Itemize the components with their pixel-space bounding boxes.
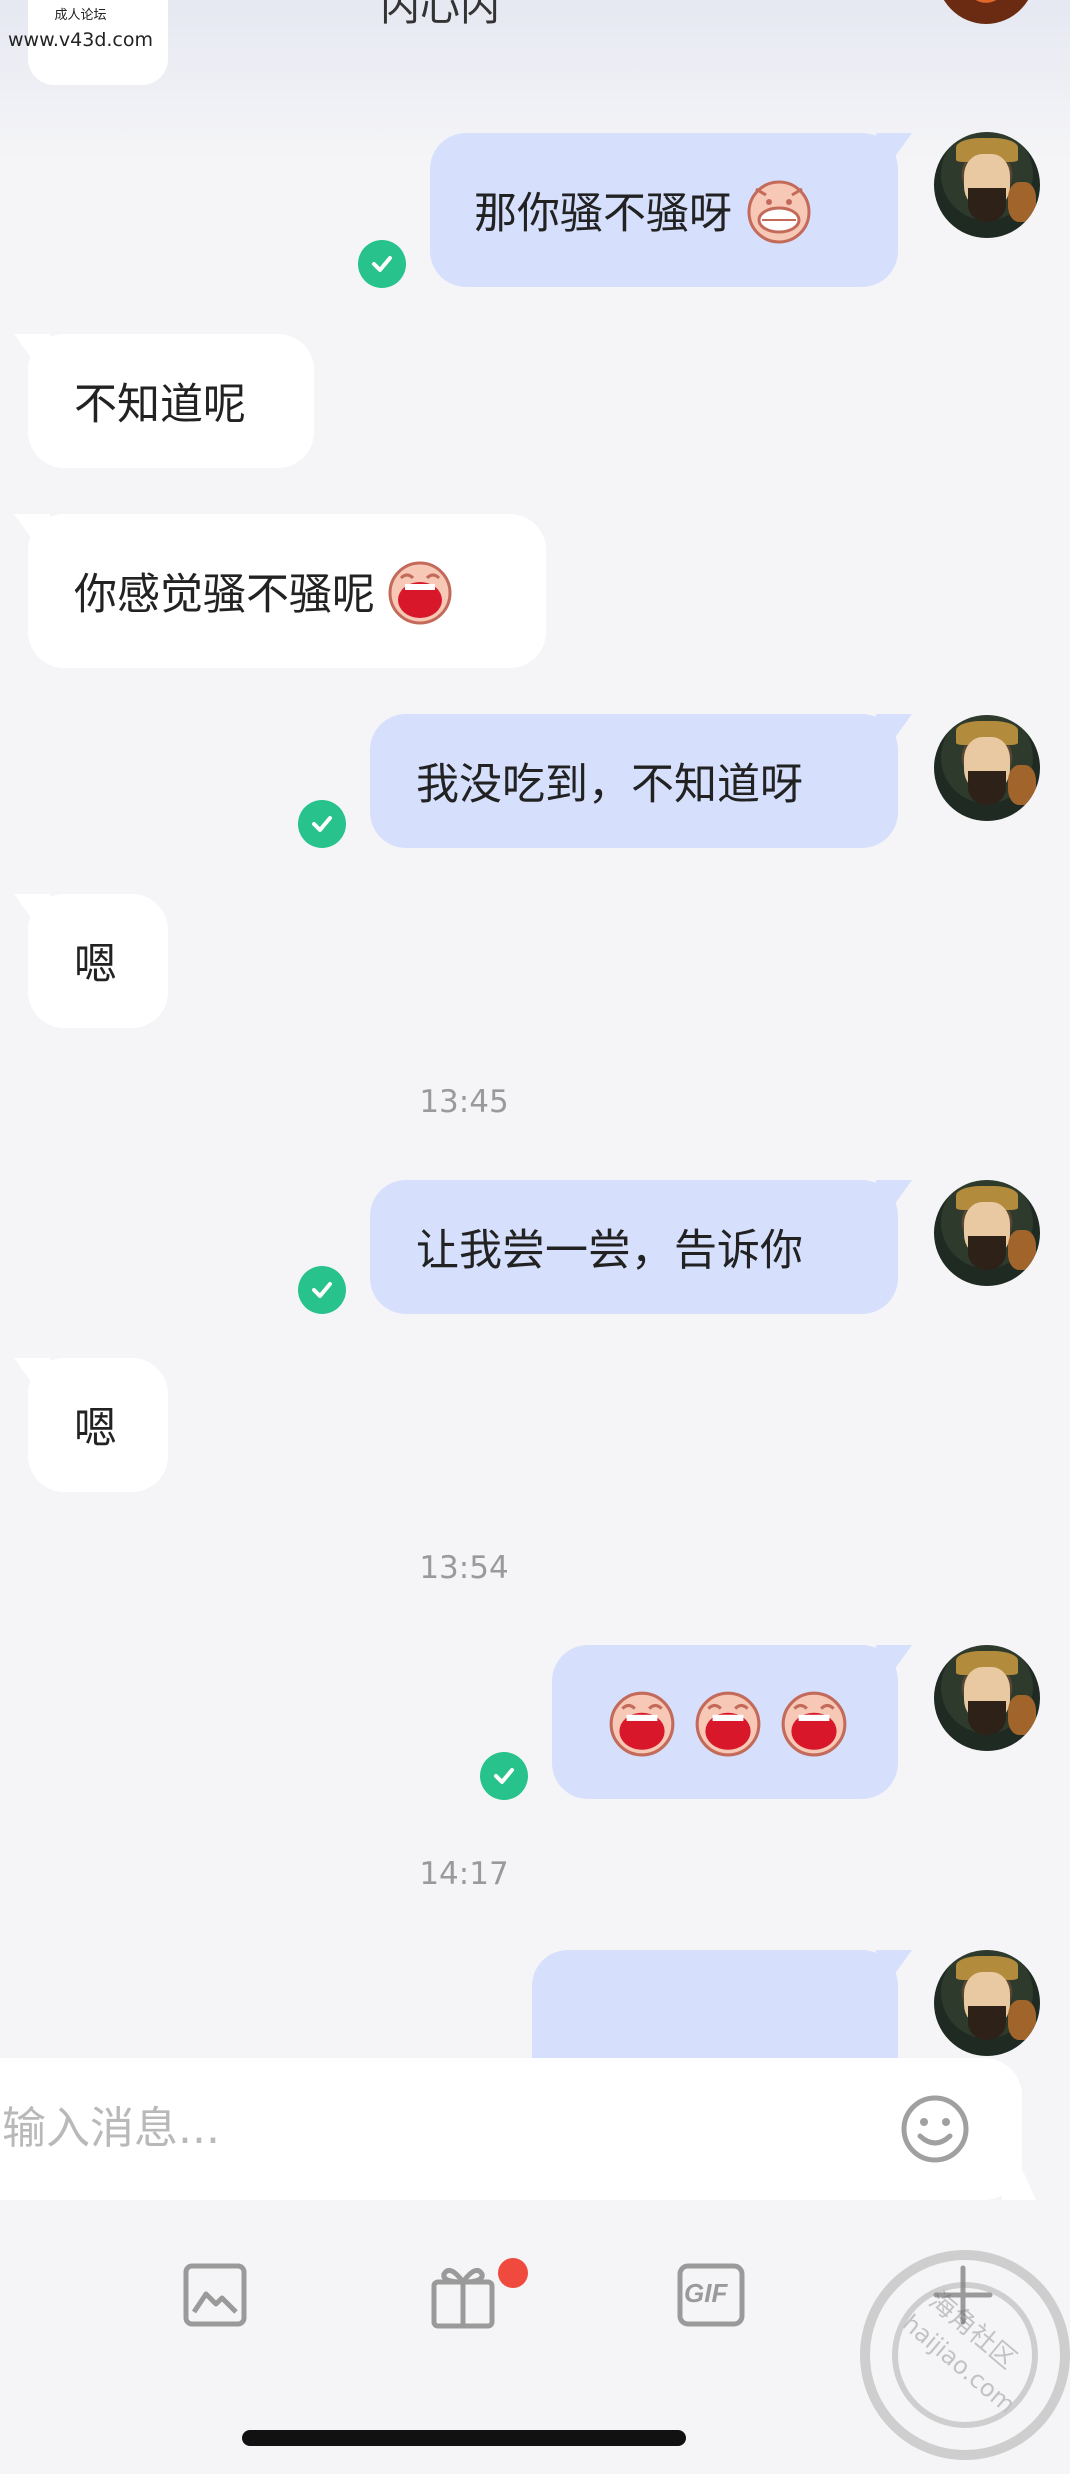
partial-message-area: [0, 1950, 1070, 2058]
laugh-pig-emoji-icon: [609, 1691, 675, 1757]
my-avatar[interactable]: [934, 715, 1040, 821]
my-avatar[interactable]: [934, 1950, 1040, 2056]
message-bubble-outgoing[interactable]: [552, 1645, 898, 1799]
message-timestamp: 14:17: [419, 1856, 509, 1892]
my-avatar[interactable]: [934, 132, 1040, 238]
message-bubble-incoming[interactable]: 嗯: [28, 1358, 168, 1492]
gif-icon[interactable]: GIF: [676, 2260, 746, 2330]
watermark-url: www.v43d.com: [8, 29, 154, 51]
message-input[interactable]: [0, 2102, 804, 2155]
message-timestamp: 13:54: [419, 1550, 509, 1586]
message-bubble-outgoing[interactable]: [532, 1950, 898, 2058]
message-timestamp: 13:45: [419, 1084, 509, 1120]
message-text: 嗯: [74, 1404, 117, 1454]
message-bubble-incoming[interactable]: 你感觉骚不骚呢: [28, 514, 546, 668]
laugh-pig-emoji-icon: [781, 1691, 847, 1757]
image-icon[interactable]: [180, 2260, 250, 2330]
message-bubble-outgoing[interactable]: 让我尝一尝，告诉你: [370, 1180, 898, 1314]
my-avatar[interactable]: [934, 1180, 1040, 1286]
message-text: 我没吃到，不知道呀: [416, 760, 803, 810]
header-title: 内心内: [380, 0, 500, 30]
home-indicator[interactable]: [242, 2430, 686, 2446]
message-composer: [0, 2058, 1022, 2200]
watermark-small-text: 成人论坛: [54, 8, 107, 23]
message-text: 那你骚不骚呀: [474, 189, 732, 239]
gift-icon[interactable]: [428, 2260, 498, 2330]
read-check-icon: [358, 240, 406, 288]
laugh-pig-emoji-icon: [695, 1691, 761, 1757]
message-text: 不知道呢: [74, 380, 246, 430]
message-bubble-incoming[interactable]: 不知道呢: [28, 334, 314, 468]
grin-pig-emoji-icon: [747, 180, 811, 244]
message-text: 嗯: [74, 940, 117, 990]
notification-badge: [498, 2258, 528, 2288]
emoji-picker-icon[interactable]: [900, 2094, 970, 2164]
message-text: 你感觉骚不骚呢: [74, 570, 375, 620]
gif-label: GIF: [684, 2278, 728, 2308]
corner-watermark: 海角社区 haijiao.com: [850, 2240, 1070, 2470]
read-check-icon: [298, 1266, 346, 1314]
message-bubble-incoming[interactable]: 嗯: [28, 894, 168, 1028]
read-check-icon: [298, 800, 346, 848]
read-check-icon: [480, 1752, 528, 1800]
watermark-top-left: 成人论坛 www.v43d.com: [8, 4, 153, 52]
message-text: 让我尝一尝，告诉你: [416, 1226, 803, 1276]
my-avatar[interactable]: [934, 1645, 1040, 1751]
message-bubble-outgoing[interactable]: 那你骚不骚呀: [430, 133, 898, 287]
message-bubble-outgoing[interactable]: 我没吃到，不知道呀: [370, 714, 898, 848]
laugh-pig-emoji-icon: [388, 561, 452, 625]
